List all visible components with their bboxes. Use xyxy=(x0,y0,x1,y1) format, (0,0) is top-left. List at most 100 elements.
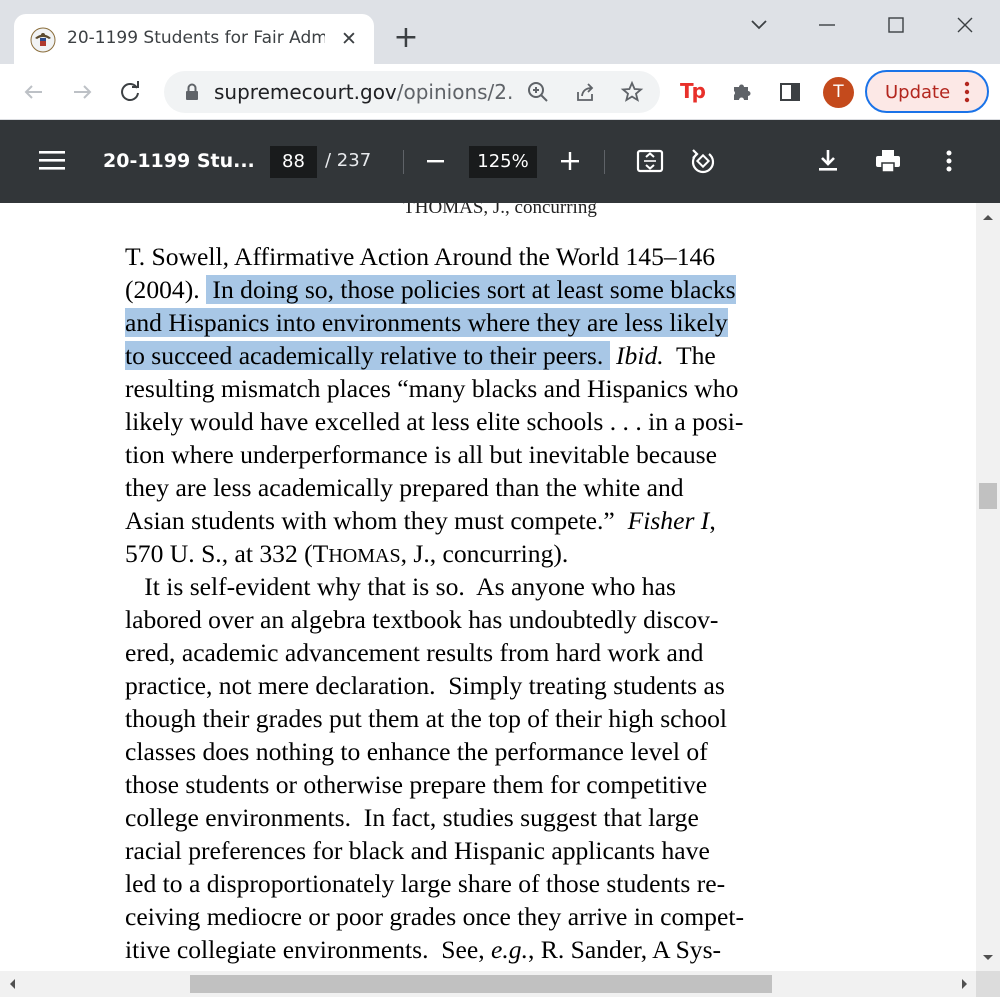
text-segment: led to a disproportionately large share … xyxy=(125,869,726,898)
update-label: Update xyxy=(885,82,951,103)
text-segment: they are less academically prepared than… xyxy=(125,473,684,502)
extensions-puzzle-icon[interactable] xyxy=(728,78,756,106)
share-icon[interactable] xyxy=(574,80,598,104)
tab-search-chevron-icon[interactable] xyxy=(744,10,774,40)
tab-strip: 20-1199 Students for Fair Admissions ✕ + xyxy=(0,0,1000,64)
text-line[interactable]: though their grades put them at the top … xyxy=(125,702,873,735)
pdf-document-view[interactable]: THOMAS, J., concurring T. Sowell, Affirm… xyxy=(0,203,976,971)
pdf-toolbar: 20-1199 Stu... 88 / 237 125% xyxy=(0,120,1000,203)
scroll-up-arrow-icon[interactable] xyxy=(976,205,1000,229)
text-line[interactable]: tion where underperformance is all but i… xyxy=(125,438,873,471)
text-segment: It is self-evident why that is so. As an… xyxy=(125,572,676,601)
text-segment: those students or otherwise prepare them… xyxy=(125,770,708,799)
url-path: /opinions/2... xyxy=(396,80,514,104)
text-line[interactable]: to succeed academically relative to thei… xyxy=(125,339,873,372)
vertical-scroll-thumb[interactable] xyxy=(979,483,997,509)
text-segment: Fisher I xyxy=(627,506,710,535)
text-segment: , J., concurring). xyxy=(400,539,569,568)
text-segment: HOMAS xyxy=(328,545,401,567)
text-segment: T. Sowell, Affirmative Action Around the… xyxy=(125,242,716,271)
text-segment: Asian students with whom they must compe… xyxy=(125,506,628,535)
text-line[interactable]: itive collegiate environments. See, e.g.… xyxy=(125,933,873,966)
toolbar-divider xyxy=(403,150,404,174)
zoom-in-icon[interactable] xyxy=(554,145,586,177)
court-seal-icon xyxy=(30,27,56,53)
address-bar[interactable]: supremecourt.gov/opinions/2... xyxy=(164,71,660,113)
vertical-scrollbar[interactable] xyxy=(976,203,1000,971)
text-segment: , R. Sander, A Sys- xyxy=(528,935,722,964)
download-icon[interactable] xyxy=(812,145,844,177)
highlighted-text: to succeed academically relative to thei… xyxy=(125,341,610,370)
scroll-right-arrow-icon[interactable] xyxy=(952,972,976,996)
text-line[interactable]: racial preferences for black and Hispani… xyxy=(125,834,873,867)
highlighted-text: and Hispanics into environments where th… xyxy=(125,308,728,337)
text-segment: labored over an algebra textbook has und… xyxy=(125,605,719,634)
horizontal-scroll-thumb[interactable] xyxy=(190,975,772,993)
text-segment: The xyxy=(663,341,716,370)
more-options-icon[interactable] xyxy=(933,145,965,177)
print-icon[interactable] xyxy=(872,145,904,177)
text-line[interactable]: college environments. In fact, studies s… xyxy=(125,801,873,834)
text-line[interactable]: those students or otherwise prepare them… xyxy=(125,768,873,801)
text-line[interactable]: 570 U. S., at 332 (THOMAS, J., concurrin… xyxy=(125,537,873,570)
text-line[interactable]: classes does nothing to enhance the perf… xyxy=(125,735,873,768)
new-tab-icon[interactable]: + xyxy=(391,23,421,54)
text-segment: college environments. In fact, studies s… xyxy=(125,803,699,832)
text-line[interactable]: Asian students with whom they must compe… xyxy=(125,504,873,537)
text-line[interactable]: they are less academically prepared than… xyxy=(125,471,873,504)
text-segment: , xyxy=(709,506,716,535)
toolbar-divider xyxy=(604,150,605,174)
url-text[interactable]: supremecourt.gov/opinions/2... xyxy=(214,80,514,104)
text-segment: itive collegiate environments. See, xyxy=(125,935,492,964)
fit-to-page-icon[interactable] xyxy=(634,145,666,177)
rotate-icon[interactable] xyxy=(687,145,719,177)
text-segment: ceiving mediocre or poor grades once the… xyxy=(125,902,744,931)
browser-tab[interactable]: 20-1199 Students for Fair Admissions ✕ xyxy=(14,14,374,64)
text-line[interactable]: led to a disproportionately large share … xyxy=(125,867,873,900)
bookmark-star-icon[interactable] xyxy=(620,80,644,104)
minimize-icon[interactable] xyxy=(812,10,842,40)
zoom-level-input[interactable]: 125% xyxy=(469,146,537,178)
scrollbar-corner xyxy=(976,971,1000,997)
page-total: / 237 xyxy=(325,150,372,171)
text-line[interactable]: T. Sowell, Affirmative Action Around the… xyxy=(125,240,873,273)
extension-tp-icon[interactable]: Tp xyxy=(680,79,706,103)
back-arrow-icon[interactable] xyxy=(20,78,48,106)
text-segment: resulting mismatch places “many blacks a… xyxy=(125,374,739,403)
text-line[interactable]: (2004). In doing so, those policies sort… xyxy=(125,273,873,306)
text-segment: (2004). xyxy=(125,275,207,304)
text-segment: ered, academic advancement results from … xyxy=(125,638,704,667)
tab-close-icon[interactable]: ✕ xyxy=(336,26,362,52)
text-line[interactable]: likely would have excelled at less elite… xyxy=(125,405,873,438)
text-segment: though their grades put them at the top … xyxy=(125,704,728,733)
scroll-left-arrow-icon[interactable] xyxy=(0,972,24,996)
text-segment: tion where underperformance is all but i… xyxy=(125,440,717,469)
profile-avatar[interactable]: T xyxy=(823,77,854,108)
reload-icon[interactable] xyxy=(116,78,144,106)
highlighted-text: In doing so, those policies sort at leas… xyxy=(206,275,736,304)
pdf-title: 20-1199 Stu... xyxy=(103,150,255,172)
text-line[interactable]: It is self-evident why that is so. As an… xyxy=(125,570,873,603)
forward-arrow-icon[interactable] xyxy=(68,78,96,106)
update-button[interactable]: Update xyxy=(865,70,989,113)
text-line[interactable]: ered, academic advancement results from … xyxy=(125,636,873,669)
text-line[interactable]: labored over an algebra textbook has und… xyxy=(125,603,873,636)
text-segment: classes does nothing to enhance the perf… xyxy=(125,737,708,766)
text-segment: racial preferences for black and Hispani… xyxy=(125,836,710,865)
side-panel-icon[interactable] xyxy=(776,78,804,106)
text-line[interactable]: practice, not mere declaration. Simply t… xyxy=(125,669,873,702)
maximize-icon[interactable] xyxy=(881,10,911,40)
text-segment: Ibid. xyxy=(616,341,664,370)
url-host: supremecourt.gov xyxy=(214,80,397,104)
text-line[interactable]: ceiving mediocre or poor grades once the… xyxy=(125,900,873,933)
page-number-input[interactable]: 88 xyxy=(270,146,317,178)
scroll-down-arrow-icon[interactable] xyxy=(976,945,1000,969)
text-line[interactable]: resulting mismatch places “many blacks a… xyxy=(125,372,873,405)
lock-icon[interactable] xyxy=(182,82,202,102)
menu-hamburger-icon[interactable] xyxy=(38,148,66,172)
text-line[interactable]: and Hispanics into environments where th… xyxy=(125,306,873,339)
horizontal-scrollbar[interactable] xyxy=(0,971,1000,997)
zoom-out-icon[interactable] xyxy=(419,145,451,177)
zoom-magnifier-icon[interactable] xyxy=(526,80,550,104)
close-window-icon[interactable] xyxy=(950,10,980,40)
